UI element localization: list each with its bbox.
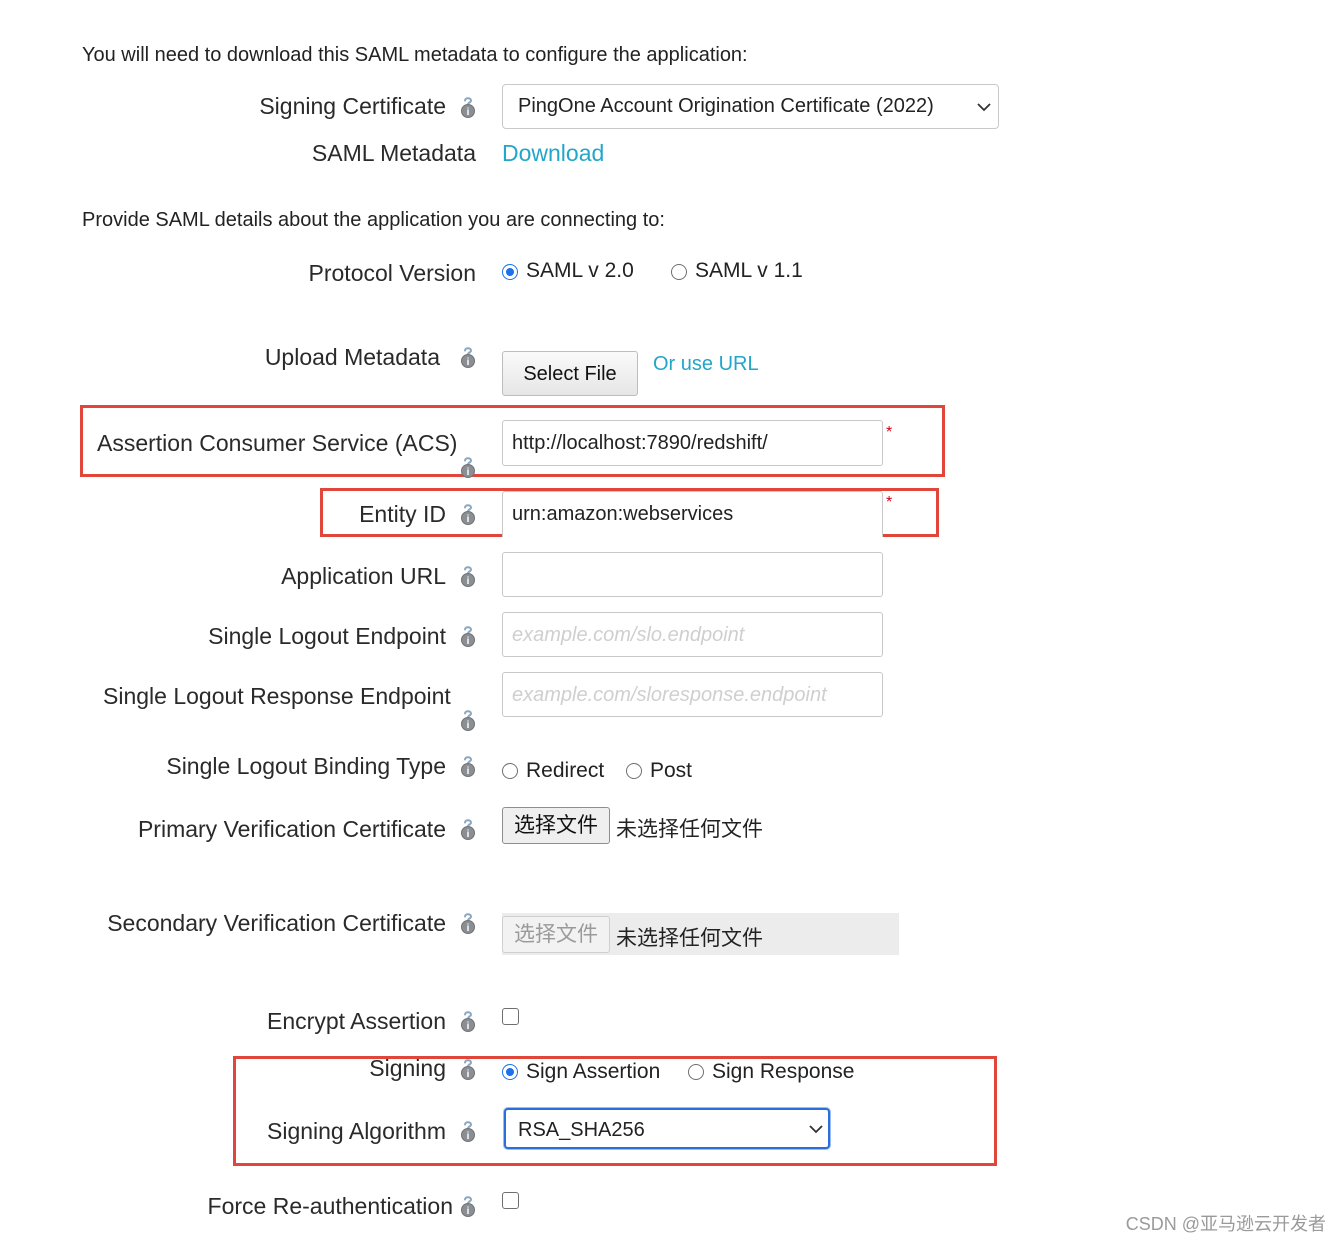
saml-v1-radio[interactable] xyxy=(671,264,687,280)
help-icon[interactable] xyxy=(459,755,477,777)
help-icon[interactable] xyxy=(459,1195,477,1217)
signing-algorithm-value: RSA_SHA256 xyxy=(518,1119,645,1141)
help-icon[interactable] xyxy=(459,346,477,368)
sign-assertion-label: Sign Assertion xyxy=(526,1060,661,1083)
download-instructions: You will need to download this SAML meta… xyxy=(82,44,748,66)
single-logout-endpoint-label: Single Logout Endpoint xyxy=(208,623,446,649)
help-icon[interactable] xyxy=(459,456,477,478)
redirect-radio[interactable] xyxy=(502,763,518,779)
saml-v2-radio[interactable] xyxy=(502,264,518,280)
saml-metadata-label: SAML Metadata xyxy=(311,140,476,166)
help-icon[interactable] xyxy=(459,818,477,840)
help-icon[interactable] xyxy=(459,912,477,934)
acs-label: Assertion Consumer Service (ACS) xyxy=(97,430,458,456)
chevron-down-icon xyxy=(809,1122,823,1136)
application-url-label: Application URL xyxy=(281,563,446,589)
saml-v2-label: SAML v 2.0 xyxy=(526,259,634,282)
help-icon[interactable] xyxy=(459,1058,477,1080)
upload-metadata-label: Upload Metadata xyxy=(264,344,440,370)
secondary-verification-certificate-label: Secondary Verification Certificate xyxy=(107,910,446,936)
signing-algorithm-select[interactable]: RSA_SHA256 xyxy=(504,1108,830,1149)
application-url-input[interactable] xyxy=(502,552,883,597)
single-logout-response-endpoint-input[interactable]: example.com/sloresponse.endpoint xyxy=(502,672,883,717)
chevron-down-icon xyxy=(977,100,991,114)
signing-label: Signing xyxy=(369,1055,446,1081)
encrypt-assertion-checkbox[interactable] xyxy=(502,1008,519,1025)
sign-response-radio[interactable] xyxy=(688,1064,704,1080)
encrypt-assertion-label: Encrypt Assertion xyxy=(267,1008,446,1034)
primary-certificate-file-status: 未选择任何文件 xyxy=(616,818,763,841)
secondary-certificate-choose-file-button[interactable]: 选择文件 xyxy=(502,916,610,953)
primary-certificate-choose-file-button[interactable]: 选择文件 xyxy=(502,807,610,844)
primary-verification-certificate-label: Primary Verification Certificate xyxy=(137,816,446,842)
single-logout-binding-type-label: Single Logout Binding Type xyxy=(166,753,446,779)
post-radio[interactable] xyxy=(626,763,642,779)
help-icon[interactable] xyxy=(459,1010,477,1032)
help-icon[interactable] xyxy=(459,565,477,587)
protocol-version-label: Protocol Version xyxy=(308,260,476,286)
single-logout-response-endpoint-label: Single Logout Response Endpoint xyxy=(103,683,451,709)
watermark: CSDN @亚马逊云开发者 xyxy=(1125,1214,1326,1234)
required-marker: * xyxy=(886,424,893,441)
help-icon[interactable] xyxy=(459,625,477,647)
provide-details-instructions: Provide SAML details about the applicati… xyxy=(82,209,665,231)
entity-id-label: Entity ID xyxy=(359,501,446,527)
signing-certificate-select[interactable]: PingOne Account Origination Certificate … xyxy=(502,84,999,129)
signing-certificate-label: Signing Certificate xyxy=(259,93,446,119)
single-logout-endpoint-input[interactable]: example.com/slo.endpoint xyxy=(502,612,883,657)
or-use-url-link[interactable]: Or use URL xyxy=(653,353,759,376)
help-icon[interactable] xyxy=(459,503,477,525)
signing-algorithm-label: Signing Algorithm xyxy=(267,1118,446,1144)
force-reauthentication-checkbox[interactable] xyxy=(502,1192,519,1209)
entity-id-input[interactable]: urn:amazon:webservices xyxy=(502,491,883,537)
signing-certificate-value: PingOne Account Origination Certificate … xyxy=(518,95,934,117)
required-marker: * xyxy=(886,494,893,511)
select-file-button[interactable]: Select File xyxy=(502,351,638,396)
sign-assertion-radio[interactable] xyxy=(502,1064,518,1080)
download-metadata-link[interactable]: Download xyxy=(502,140,604,167)
help-icon[interactable] xyxy=(459,96,477,118)
acs-input[interactable]: http://localhost:7890/redshift/ xyxy=(502,420,883,466)
sign-response-label: Sign Response xyxy=(712,1060,855,1083)
force-reauthentication-label: Force Re-authentication xyxy=(207,1193,453,1219)
help-icon[interactable] xyxy=(459,1120,477,1142)
saml-v1-label: SAML v 1.1 xyxy=(695,259,803,282)
secondary-certificate-file-status: 未选择任何文件 xyxy=(616,927,763,950)
redirect-label: Redirect xyxy=(526,759,605,782)
post-label: Post xyxy=(650,759,693,782)
help-icon[interactable] xyxy=(459,709,477,731)
